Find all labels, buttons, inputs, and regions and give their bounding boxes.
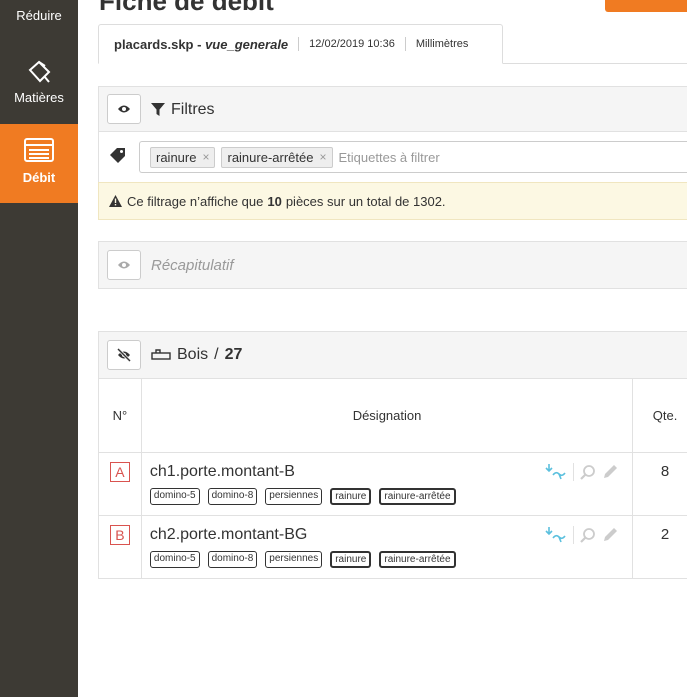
toggle-filters-button[interactable] <box>107 94 141 124</box>
remove-chip-icon[interactable]: × <box>202 150 209 164</box>
filter-row: rainure × rainure-arrêtée × Etiquettes à… <box>98 132 687 182</box>
sidebar-item-reduire[interactable]: Réduire <box>0 0 78 40</box>
column-header-designation[interactable]: Désignation <box>140 378 634 453</box>
part-tag: persiennes <box>265 551 323 568</box>
row-number-cell: B <box>98 515 142 579</box>
recap-panel-header: Récapitulatif <box>98 241 687 289</box>
eye-icon <box>118 261 130 269</box>
bois-separator: / <box>214 346 219 363</box>
plank-icon <box>151 349 171 360</box>
part-letter: B <box>109 525 130 545</box>
part-letter: A <box>109 462 130 482</box>
warning-text: Ce filtrage n’affiche que <box>127 193 264 209</box>
tab-divider <box>404 37 406 51</box>
filter-chip: rainure × <box>150 146 216 168</box>
filters-panel-header: Filtres <box>98 86 687 132</box>
filter-chip: rainure-arrêtée × <box>221 146 333 168</box>
action-divider <box>573 526 575 544</box>
filters-title: Filtres <box>151 101 215 119</box>
table-row[interactable]: A ch1.porte.montant-B domino-5 domino-8 … <box>98 452 687 516</box>
column-header-quantity[interactable]: Qte. <box>632 378 687 453</box>
part-tag: persiennes <box>265 488 323 505</box>
part-tag: rainure-arrêtée <box>379 551 456 568</box>
sidebar: Réduire Matières Débit <box>0 0 78 697</box>
print-button[interactable] <box>605 0 687 12</box>
tab-file[interactable]: placards.skp - vue_generale 12/02/2019 1… <box>98 24 503 64</box>
toggle-bois-button[interactable] <box>107 340 141 370</box>
bois-count: 27 <box>224 346 243 363</box>
filter-warning: Ce filtrage n’affiche que 10 pièces sur … <box>98 182 687 220</box>
sidebar-item-label: Débit <box>22 170 56 185</box>
part-tag: domino-8 <box>207 488 258 505</box>
row-quantity-cell: 2 <box>632 515 687 579</box>
search-icon[interactable] <box>580 464 596 480</box>
highlight-icon[interactable] <box>545 526 567 544</box>
sidebar-item-matieres[interactable]: Matières <box>0 52 78 118</box>
tab-divider <box>298 37 300 51</box>
row-number-cell: A <box>98 452 142 516</box>
row-designation-cell: ch1.porte.montant-B domino-5 domino-8 pe… <box>140 452 634 516</box>
edit-icon[interactable] <box>602 464 618 480</box>
length-unit: Millimètres <box>415 38 469 50</box>
table-header-row: N° Désignation Qte. <box>98 378 687 453</box>
action-divider <box>573 463 575 481</box>
tag-filter-placeholder: Etiquettes à filtrer <box>338 149 440 165</box>
part-tag: domino-5 <box>149 551 200 568</box>
page-title: Fiche de débit <box>99 0 274 16</box>
filter-chip-label: rainure <box>156 149 197 165</box>
part-tag: domino-5 <box>149 488 200 505</box>
filter-chip-label: rainure-arrêtée <box>227 149 314 165</box>
table-row[interactable]: B ch2.porte.montant-BG domino-5 domino-8… <box>98 515 687 579</box>
sidebar-item-debit[interactable]: Débit <box>0 124 78 203</box>
bois-panel-header: Bois / 27 <box>98 331 687 379</box>
edit-icon[interactable] <box>602 527 618 543</box>
part-tag: domino-8 <box>207 551 258 568</box>
pieces-table: N° Désignation Qte. A ch1.porte.montant-… <box>98 378 687 579</box>
recap-title: Récapitulatif <box>151 257 234 274</box>
row-actions <box>545 463 618 481</box>
tag-icon <box>110 148 125 163</box>
warning-count: 10 <box>267 193 282 209</box>
part-quantity: 8 <box>660 463 670 480</box>
filters-label: Filtres <box>171 101 215 118</box>
eye-icon <box>118 105 130 113</box>
part-labels: domino-5 domino-8 persiennes rainure rai… <box>149 488 624 505</box>
filter-icon <box>151 103 165 116</box>
tag-filter-input[interactable]: rainure × rainure-arrêtée × Etiquettes à… <box>139 141 687 173</box>
highlight-icon[interactable] <box>545 463 567 481</box>
sidebar-item-label: Réduire <box>16 8 62 23</box>
row-designation-cell: ch2.porte.montant-BG domino-5 domino-8 p… <box>140 515 634 579</box>
row-actions <box>545 526 618 544</box>
row-quantity-cell: 8 <box>632 452 687 516</box>
search-icon[interactable] <box>580 527 596 543</box>
warning-text: pièces sur un total de 1302. <box>285 193 446 209</box>
list-icon <box>24 138 54 162</box>
part-labels: domino-5 domino-8 persiennes rainure rai… <box>149 551 624 568</box>
part-tag: rainure <box>330 488 372 505</box>
file-date: 12/02/2019 10:36 <box>309 38 395 50</box>
sidebar-item-label: Matières <box>14 90 64 105</box>
file-name: placards.skp - vue_generale <box>114 36 289 52</box>
toggle-recap-button[interactable] <box>107 250 141 280</box>
remove-chip-icon[interactable]: × <box>319 150 326 164</box>
bois-label: Bois <box>177 346 209 363</box>
eye-slash-icon <box>116 348 132 362</box>
bois-title: Bois / 27 <box>151 346 242 364</box>
column-header-number[interactable]: N° <box>98 378 142 453</box>
warning-icon <box>109 195 122 207</box>
part-quantity: 2 <box>660 526 670 543</box>
materials-icon <box>28 60 51 83</box>
part-tag: rainure-arrêtée <box>379 488 456 505</box>
part-tag: rainure <box>330 551 372 568</box>
